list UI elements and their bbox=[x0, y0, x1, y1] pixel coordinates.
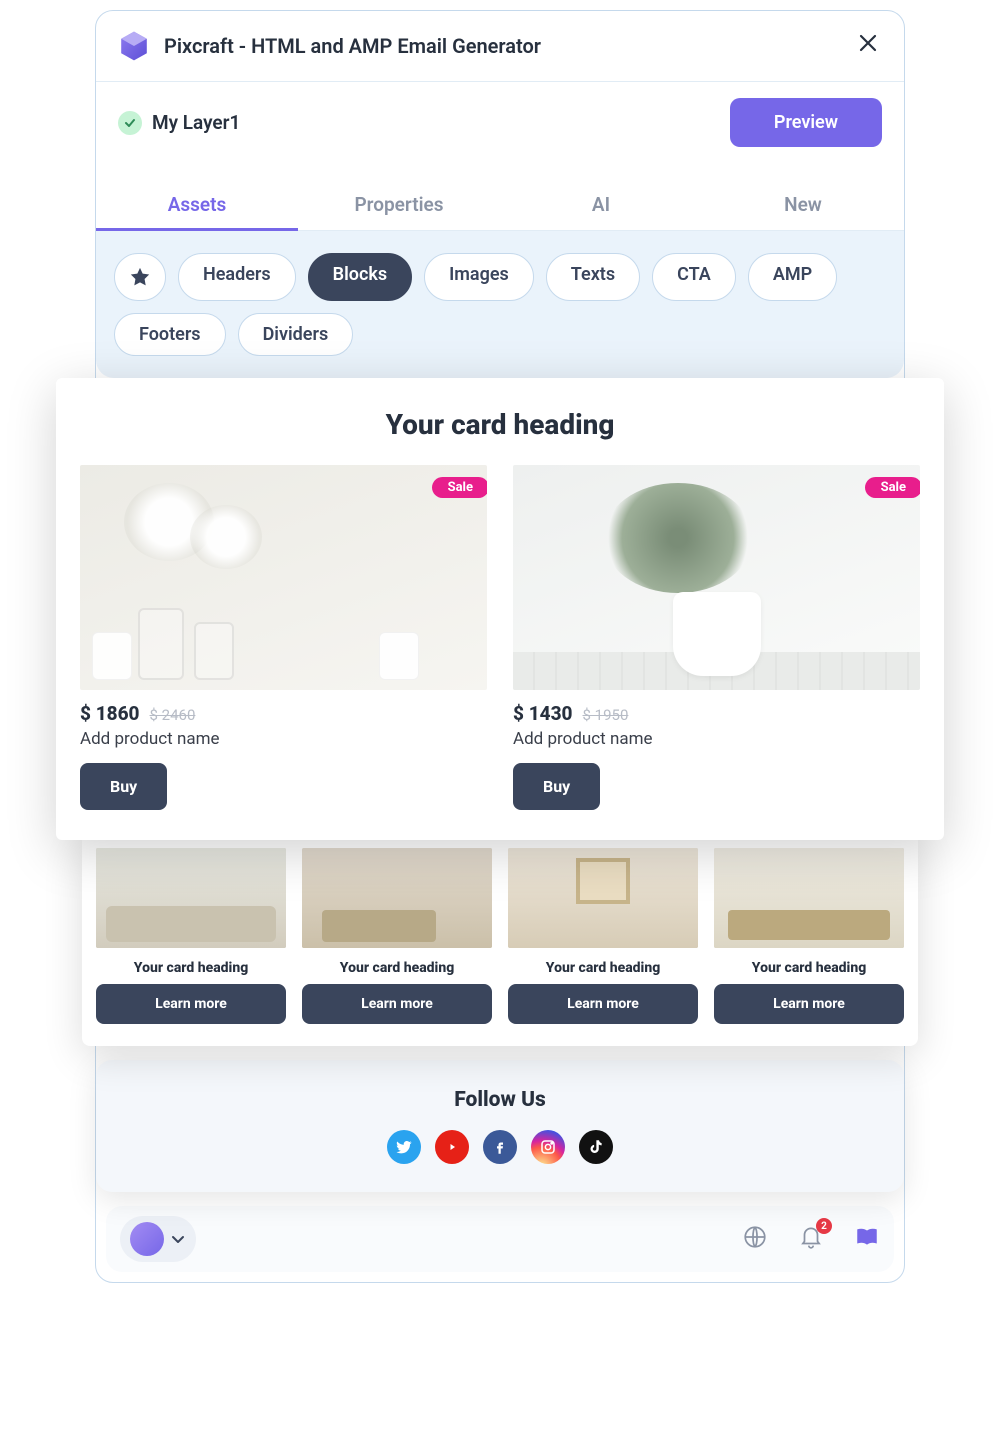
notification-count: 2 bbox=[816, 1218, 832, 1234]
thumb-card: Your card heading Learn more bbox=[508, 848, 698, 1024]
titlebar: Pixcraft - HTML and AMP Email Generator bbox=[96, 11, 904, 82]
product-image: Sale bbox=[513, 465, 920, 690]
filter-images[interactable]: Images bbox=[424, 253, 534, 301]
thumb-image bbox=[302, 848, 492, 948]
learn-more-button[interactable]: Learn more bbox=[714, 984, 904, 1024]
filter-blocks[interactable]: Blocks bbox=[308, 253, 412, 301]
close-button[interactable] bbox=[854, 29, 882, 63]
old-price: $ 2460 bbox=[150, 706, 196, 724]
product-image: Sale bbox=[80, 465, 487, 690]
app-logo-icon bbox=[118, 30, 150, 62]
filter-dividers[interactable]: Dividers bbox=[238, 313, 354, 356]
globe-button[interactable] bbox=[742, 1224, 768, 1254]
layer-row: My Layer1 Preview bbox=[96, 82, 904, 147]
filter-texts[interactable]: Texts bbox=[546, 253, 640, 301]
filter-bar: Headers Blocks Images Texts CTA AMP Foot… bbox=[96, 231, 904, 378]
learn-more-button[interactable]: Learn more bbox=[302, 984, 492, 1024]
bottom-bar: 2 bbox=[106, 1206, 894, 1272]
social-row bbox=[96, 1130, 904, 1164]
tab-new[interactable]: New bbox=[702, 179, 904, 230]
product-name: Add product name bbox=[80, 729, 487, 749]
titlebar-left: Pixcraft - HTML and AMP Email Generator bbox=[118, 30, 541, 62]
thumb-heading: Your card heading bbox=[508, 960, 698, 976]
product-card-block[interactable]: Your card heading Sale $ 1860 $ 2460 Add… bbox=[56, 378, 944, 840]
sale-badge: Sale bbox=[432, 477, 487, 498]
preview-button[interactable]: Preview bbox=[730, 98, 882, 147]
thumb-card: Your card heading Learn more bbox=[714, 848, 904, 1024]
close-icon bbox=[858, 33, 878, 53]
learn-more-button[interactable]: Learn more bbox=[96, 984, 286, 1024]
buy-button[interactable]: Buy bbox=[80, 763, 167, 810]
thumb-card: Your card heading Learn more bbox=[302, 848, 492, 1024]
globe-icon bbox=[742, 1224, 768, 1250]
sale-badge: Sale bbox=[865, 477, 920, 498]
layer-status-badge bbox=[118, 111, 142, 135]
follow-us-block[interactable]: Follow Us bbox=[96, 1060, 904, 1192]
star-icon bbox=[129, 266, 151, 288]
thumb-card: Your card heading Learn more bbox=[96, 848, 286, 1024]
book-icon bbox=[854, 1224, 880, 1250]
youtube-icon[interactable] bbox=[435, 1130, 469, 1164]
filter-favorites[interactable] bbox=[114, 253, 166, 301]
tiktok-icon[interactable] bbox=[579, 1130, 613, 1164]
thumb-heading: Your card heading bbox=[714, 960, 904, 976]
bottom-bar-right: 2 bbox=[742, 1224, 880, 1254]
filter-amp[interactable]: AMP bbox=[748, 253, 837, 301]
product-card: Sale $ 1430 $ 1950 Add product name Buy bbox=[513, 465, 920, 810]
twitter-icon[interactable] bbox=[387, 1130, 421, 1164]
thumb-row: Your card heading Learn more Your card h… bbox=[96, 848, 904, 1024]
avatar bbox=[130, 1222, 164, 1256]
price: $ 1430 bbox=[513, 702, 573, 725]
thumb-image bbox=[714, 848, 904, 948]
instagram-icon[interactable] bbox=[531, 1130, 565, 1164]
filter-footers[interactable]: Footers bbox=[114, 313, 226, 356]
layer-name: My Layer1 bbox=[152, 111, 240, 134]
tab-assets[interactable]: Assets bbox=[96, 179, 298, 230]
tab-ai[interactable]: AI bbox=[500, 179, 702, 230]
thumb-image bbox=[96, 848, 286, 948]
old-price: $ 1950 bbox=[583, 706, 629, 724]
filter-cta[interactable]: CTA bbox=[652, 253, 736, 301]
thumb-heading: Your card heading bbox=[302, 960, 492, 976]
follow-title: Follow Us bbox=[96, 1088, 904, 1112]
price-row: $ 1430 $ 1950 bbox=[513, 702, 920, 725]
facebook-icon[interactable] bbox=[483, 1130, 517, 1164]
user-menu[interactable] bbox=[120, 1216, 196, 1262]
docs-button[interactable] bbox=[854, 1224, 880, 1254]
layer-left: My Layer1 bbox=[118, 111, 240, 135]
tab-properties[interactable]: Properties bbox=[298, 179, 500, 230]
product-row: Sale $ 1860 $ 2460 Add product name Buy … bbox=[80, 465, 920, 810]
check-icon bbox=[124, 117, 136, 129]
chevron-down-icon bbox=[170, 1231, 186, 1247]
price-row: $ 1860 $ 2460 bbox=[80, 702, 487, 725]
notifications-button[interactable]: 2 bbox=[798, 1224, 824, 1254]
tabs: Assets Properties AI New bbox=[96, 179, 904, 231]
buy-button[interactable]: Buy bbox=[513, 763, 600, 810]
product-card: Sale $ 1860 $ 2460 Add product name Buy bbox=[80, 465, 487, 810]
filter-headers[interactable]: Headers bbox=[178, 253, 296, 301]
card-heading: Your card heading bbox=[80, 408, 920, 441]
price: $ 1860 bbox=[80, 702, 140, 725]
thumb-image bbox=[508, 848, 698, 948]
product-name: Add product name bbox=[513, 729, 920, 749]
thumb-heading: Your card heading bbox=[96, 960, 286, 976]
learn-more-button[interactable]: Learn more bbox=[508, 984, 698, 1024]
app-window: Pixcraft - HTML and AMP Email Generator … bbox=[95, 10, 905, 1283]
app-title: Pixcraft - HTML and AMP Email Generator bbox=[164, 34, 541, 58]
multi-card-block[interactable]: Your card heading Learn more Your card h… bbox=[82, 834, 918, 1046]
